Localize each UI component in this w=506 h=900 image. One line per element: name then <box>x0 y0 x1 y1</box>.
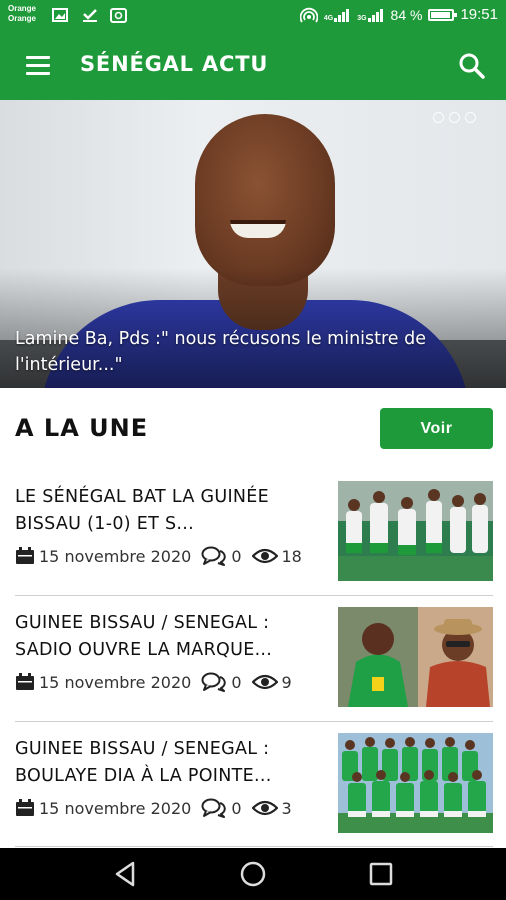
status-bar: Orange Orange 4G 3G 84 % 19:51 <box>0 0 506 32</box>
battery-percent: 84 % <box>390 6 423 23</box>
carrier-line-2: Orange <box>8 14 37 23</box>
article-item[interactable]: GUINEE BISSAU / SENEGAL : SADIO OUVRE LA… <box>0 596 506 721</box>
comments-icon <box>201 672 227 692</box>
back-triangle-icon[interactable] <box>111 860 141 888</box>
signal-2-group: 3G <box>357 8 384 22</box>
home-circle-icon[interactable] <box>238 860 268 888</box>
signal-strength-icon-2 <box>367 8 383 22</box>
article-date: 15 novembre 2020 <box>39 546 192 566</box>
clock: 19:51 <box>460 6 498 23</box>
app-notification-icon <box>110 8 127 23</box>
divider <box>15 846 493 847</box>
carousel-dot[interactable] <box>465 112 476 123</box>
calendar-icon <box>16 799 34 816</box>
carousel-indicator <box>433 112 476 123</box>
signal-strength-icon <box>334 8 350 22</box>
section-title: A LA UNE <box>15 414 149 442</box>
hero-caption[interactable]: Lamine Ba, Pds :" nous récusons le minis… <box>15 326 485 378</box>
comment-count: 0 <box>231 672 242 692</box>
view-count: 3 <box>281 798 292 818</box>
calendar-icon <box>16 673 34 690</box>
view-count: 18 <box>281 546 302 566</box>
hero-slide[interactable]: Lamine Ba, Pds :" nous récusons le minis… <box>0 100 506 388</box>
calendar-icon <box>16 547 34 564</box>
carrier-line-1: Orange <box>8 4 37 13</box>
article-thumbnail[interactable] <box>338 607 493 707</box>
comments-icon <box>201 546 227 566</box>
article-title[interactable]: GUINEE BISSAU / SENEGAL : BOULAYE DIA À … <box>15 736 315 790</box>
eye-icon <box>251 548 278 564</box>
article-thumbnail[interactable] <box>338 481 493 581</box>
network-type-2: 3G <box>357 14 367 22</box>
download-done-icon <box>83 9 97 22</box>
article-meta: 15 novembre 2020 0 18 <box>15 546 302 566</box>
search-icon[interactable] <box>456 50 488 82</box>
comments-icon <box>201 798 227 818</box>
image-notification-icon <box>52 8 68 22</box>
article-meta: 15 novembre 2020 0 9 <box>15 672 292 692</box>
article-date: 15 novembre 2020 <box>39 672 192 692</box>
article-date: 15 novembre 2020 <box>39 798 192 818</box>
app-title: SÉNÉGAL ACTU <box>80 52 269 76</box>
system-nav-bar <box>0 848 506 900</box>
view-count: 9 <box>281 672 292 692</box>
signal-1-group: 4G <box>324 8 351 22</box>
article-title[interactable]: LE SÉNÉGAL BAT LA GUINÉE BISSAU (1-0) ET… <box>15 484 315 538</box>
status-right-group: 4G 3G 84 % 19:51 <box>299 6 498 23</box>
hamburger-menu-icon[interactable] <box>22 52 56 80</box>
article-item[interactable]: GUINEE BISSAU / SENEGAL : BOULAYE DIA À … <box>0 722 506 847</box>
eye-icon <box>251 800 278 816</box>
carousel-dot[interactable] <box>433 112 444 123</box>
hotspot-icon <box>299 7 318 23</box>
eye-icon <box>251 674 278 690</box>
hero-person-head <box>195 114 335 286</box>
carrier-label: Orange Orange <box>8 4 36 24</box>
recents-square-icon[interactable] <box>366 860 396 888</box>
article-meta: 15 novembre 2020 0 3 <box>15 798 292 818</box>
comment-count: 0 <box>231 798 242 818</box>
voir-button[interactable]: Voir <box>380 408 493 449</box>
battery-icon <box>428 8 458 21</box>
article-title[interactable]: GUINEE BISSAU / SENEGAL : SADIO OUVRE LA… <box>15 610 315 664</box>
article-thumbnail[interactable] <box>338 733 493 833</box>
comment-count: 0 <box>231 546 242 566</box>
network-type-1: 4G <box>323 14 334 22</box>
app-bar: SÉNÉGAL ACTU <box>0 32 506 100</box>
carousel-dot[interactable] <box>449 112 460 123</box>
article-item[interactable]: LE SÉNÉGAL BAT LA GUINÉE BISSAU (1-0) ET… <box>0 470 506 595</box>
